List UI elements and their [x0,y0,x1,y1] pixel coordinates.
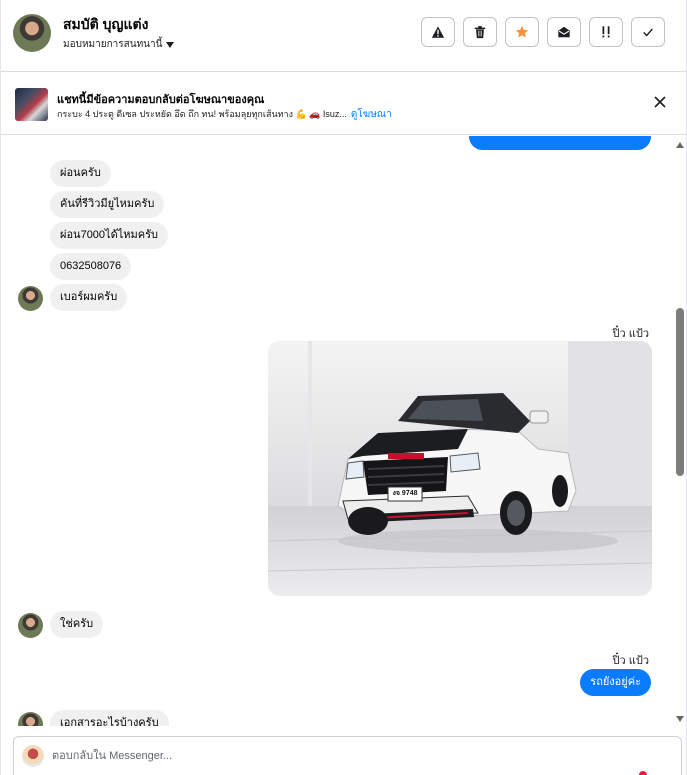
contact-name[interactable]: สมบัติ บุญแต่ง [63,14,148,36]
assign-conversation-dropdown[interactable]: มอบหมายการสนทนานี้ [63,37,175,52]
message-thread: ผ่อนครับ คันที่รีวิวมียูไหมครับ ผ่อน7000… [1,136,687,726]
report-spam-button[interactable] [421,17,455,47]
message-bubble-incoming[interactable]: คันที่รีวิวมียูไหมครับ [50,191,165,218]
contact-avatar[interactable] [13,14,51,52]
message-bubble-incoming[interactable]: 0632508076 [50,253,132,280]
warning-icon [431,26,445,38]
emoji-button-edge[interactable] [639,771,647,775]
mark-unread-button[interactable] [547,17,581,47]
contact-avatar-small[interactable] [18,712,43,726]
page-avatar [22,745,44,767]
check-icon [643,28,653,37]
thread-scrollbar[interactable] [674,136,686,726]
ad-banner-title: แชทนี้มีข้อความตอบกลับต่อโฆษณาของคุณ [57,94,265,106]
envelope-open-icon [558,26,570,38]
header-actions [421,17,665,47]
license-plate-text: งจ 9748 [392,490,418,497]
message-bubble-clipped[interactable] [469,136,651,150]
pickup-truck-image [268,341,652,596]
ad-thumbnail[interactable] [15,88,48,121]
scroll-down-arrow[interactable] [676,716,684,722]
scroll-up-arrow[interactable] [676,142,684,148]
message-bubble-incoming[interactable]: เบอร์ผมครับ [50,284,128,311]
scroll-thumb[interactable] [676,308,684,476]
mark-done-button[interactable] [631,17,665,47]
message-bubble-incoming[interactable]: ใช่ครับ [50,611,104,638]
message-bubble-outgoing[interactable]: รถยังอยู่ค่ะ [580,669,651,696]
message-bubble-incoming[interactable]: ผ่อนครับ [50,160,111,187]
ad-reply-banner: แชทนี้มีข้อความตอบกลับต่อโฆษณาของคุณ กระ… [1,73,687,135]
ad-banner-subtitle: กระบะ 4 ประตู ดีเซล ประหยัด อึด ถึก ทน! … [57,107,392,122]
message-bubble-incoming[interactable]: เอกสารอะไรบ้างครับ [50,710,169,726]
reply-input[interactable] [52,748,612,764]
vehicle-photo-attachment[interactable]: งจ 9748 [268,341,652,596]
contact-avatar-small[interactable] [18,613,43,638]
close-icon[interactable] [653,95,667,109]
chat-window: สมบัติ บุญแต่ง มอบหมายการสนทนานี้ แชทนี้… [0,0,687,775]
ad-description: กระบะ 4 ประตู ดีเซล ประหยัด อึด ถึก ทน! … [57,109,347,119]
delete-button[interactable] [463,17,497,47]
sender-name: ปิ๋ว แป้ว [612,328,649,340]
view-ad-link[interactable]: ดูโฆษณา [351,109,392,120]
mark-important-button[interactable] [589,17,623,47]
contact-avatar-small[interactable] [18,286,43,311]
mark-important-icon [602,26,610,38]
conversation-header: สมบัติ บุญแต่ง มอบหมายการสนทนานี้ [1,0,687,72]
sender-name: ปิ๋ว แป้ว [612,655,649,667]
trash-icon [474,26,486,39]
reply-composer [13,736,682,775]
assign-label: มอบหมายการสนทนานี้ [63,39,163,50]
star-icon [515,25,529,38]
caret-down-icon [166,41,175,48]
star-button[interactable] [505,17,539,47]
message-bubble-incoming[interactable]: ผ่อน7000ได้ไหมครับ [50,222,169,249]
